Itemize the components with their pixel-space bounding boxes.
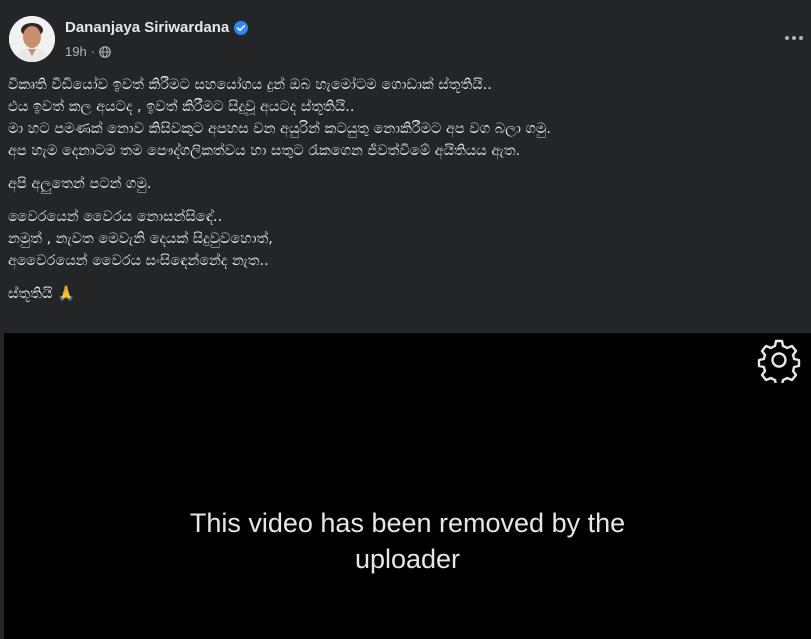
- video-message-line: This video has been removed by the: [189, 508, 626, 538]
- post-paragraph: වෛරයෙන් වෛරය නොසන්සිඳේ.. නමුත් , නැවත මෙ…: [8, 206, 808, 272]
- post-paragraph: ස්තූතියි 🙏: [8, 283, 808, 305]
- verified-badge-icon: [234, 20, 249, 35]
- post-paragraph: විකෘති වීඩියෝව ඉවත් කිරීමට සහයෝගය දුන් ඔ…: [8, 74, 808, 162]
- video-player[interactable]: [4, 333, 811, 639]
- post-line: අප හැම දෙනාටම තම පෞද්ගලිකත්වය හා සතුට රැ…: [8, 143, 521, 159]
- video-removed-message: This video has been removed by the uploa…: [4, 505, 811, 577]
- post-line: මා හට පමණක් නොව කිසිවකුට අපහස වන අයුරින්…: [8, 121, 551, 137]
- author-name[interactable]: Dananjaya Siriwardana: [65, 19, 229, 36]
- post-line: එය ඉවත් කල අයටද , ඉවත් කිරීමට සිදුවූ අයට…: [8, 99, 355, 115]
- post-line: විකෘති වීඩියෝව ඉවත් කිරීමට සහයෝගය දුන් ඔ…: [8, 77, 492, 93]
- meta-separator: ·: [90, 44, 96, 59]
- more-options-icon[interactable]: [781, 28, 807, 48]
- avatar[interactable]: [9, 16, 55, 62]
- post-line: ස්තූතියි 🙏: [8, 286, 76, 302]
- post-meta: 19h ·: [65, 44, 111, 59]
- post-timestamp[interactable]: 19h: [65, 44, 87, 59]
- post-line: අපි අලුතෙන් පටන් ගමු.: [8, 176, 152, 192]
- gear-icon[interactable]: [756, 337, 802, 387]
- post-header: Dananjaya Siriwardana 19h ·: [0, 0, 811, 66]
- video-message-line: uploader: [354, 544, 461, 574]
- post-line: අවෛරයෙන් වෛරය සංසිඳෙන්නේද නැත..: [8, 253, 269, 269]
- post-line: වෛරයෙන් වෛරය නොසන්සිඳේ..: [8, 209, 223, 225]
- post-text: විකෘති වීඩියෝව ඉවත් කිරීමට සහයෝගය දුන් ඔ…: [8, 74, 808, 316]
- globe-icon[interactable]: [99, 45, 111, 58]
- post-line: නමුත් , නැවත මෙවැනි දෙයක් සිදුවුවහොත්,: [8, 231, 273, 247]
- post-paragraph: අපි අලුතෙන් පටන් ගමු.: [8, 173, 808, 195]
- author-name-row: Dananjaya Siriwardana: [65, 19, 249, 36]
